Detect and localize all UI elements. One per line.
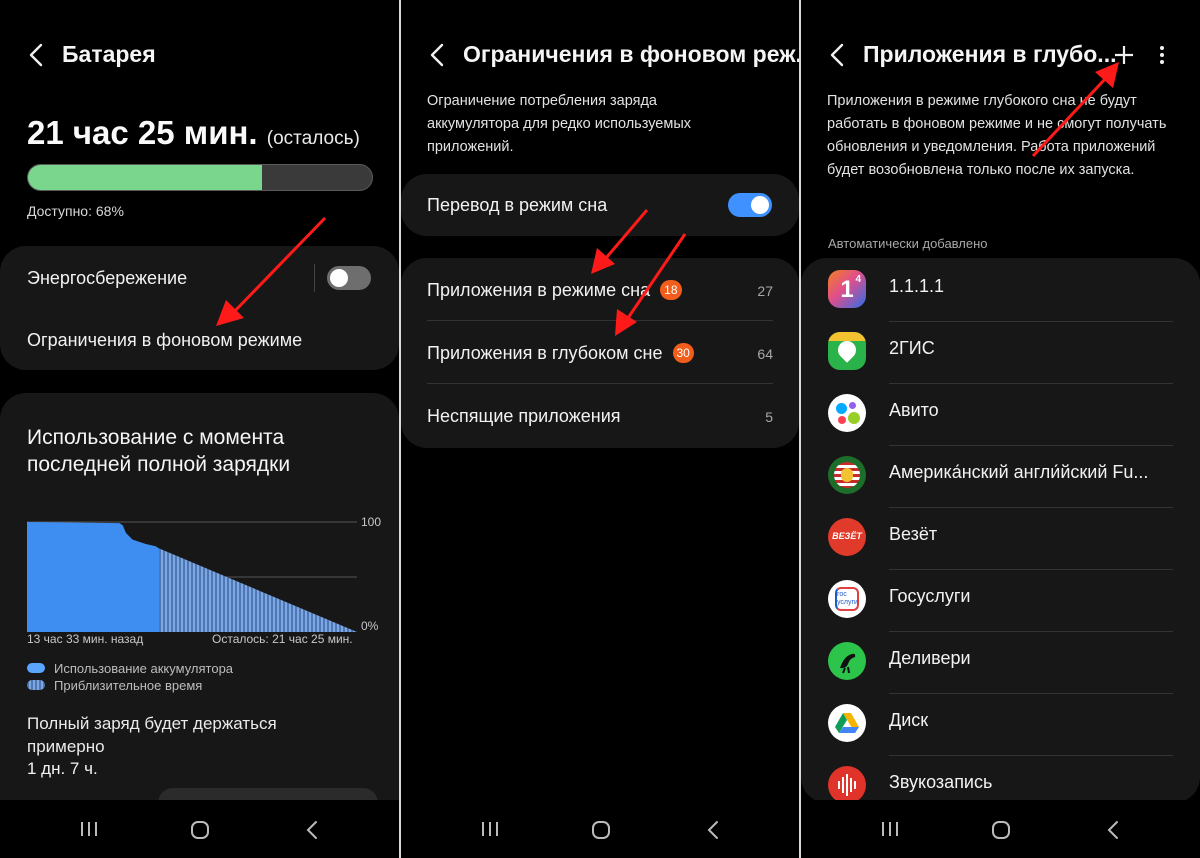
battery-screen: Батарея 21 час 25 мин. (осталось) Доступ… [0,0,399,858]
annotation-arrow-3 [1031,62,1119,158]
background-limits-screen: Ограничения в фоновом реж... Ограничение… [401,0,799,858]
annotation-arrows-2 [591,209,687,336]
annotation-arrow-1 [216,216,327,326]
deep-sleep-screen: Приложения в глубо... Приложения в режим… [801,0,1200,858]
